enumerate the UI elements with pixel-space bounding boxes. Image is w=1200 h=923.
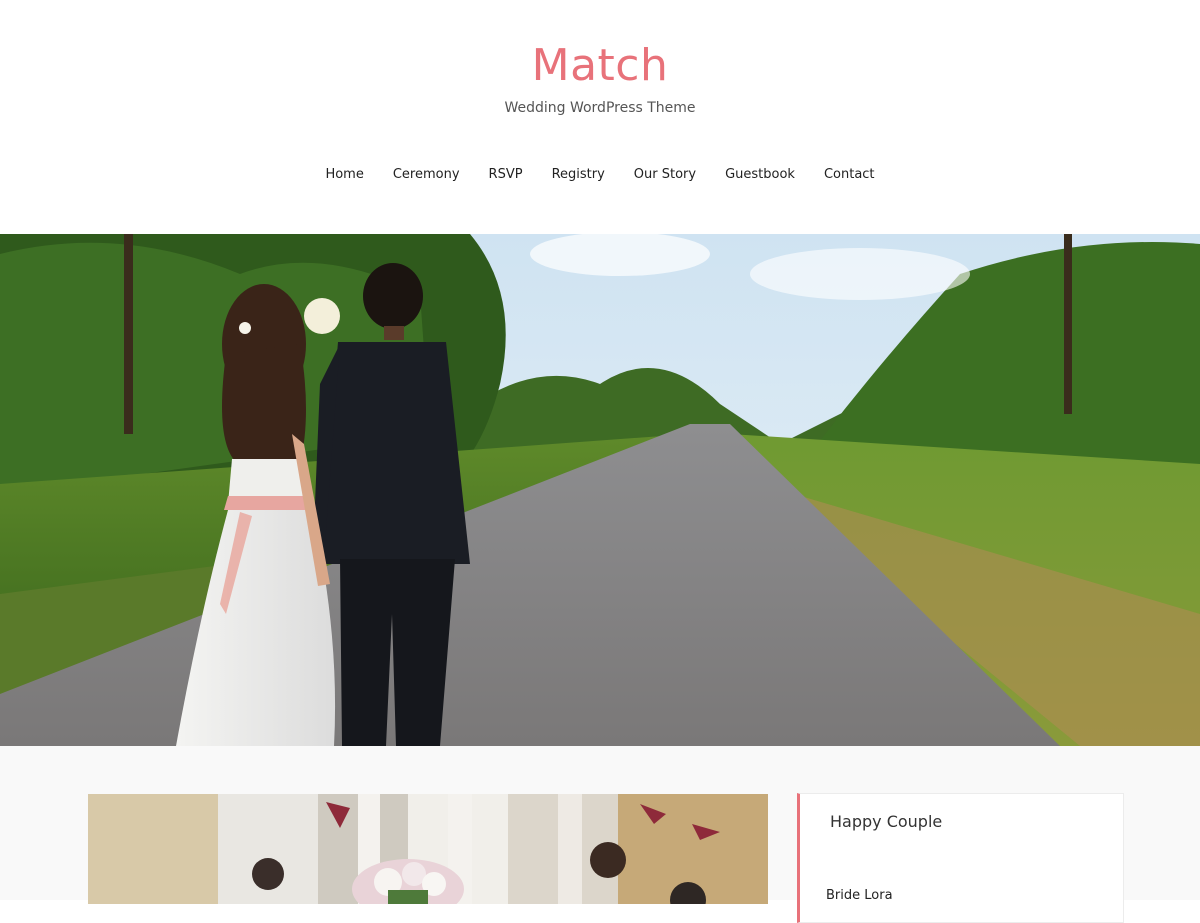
- main-navigation: Home Ceremony RSVP Registry Our Story Gu…: [0, 165, 1200, 184]
- nav-item-ceremony[interactable]: Ceremony: [393, 165, 460, 184]
- nav-item-home[interactable]: Home: [325, 165, 363, 184]
- post-thumbnail-photo: [88, 794, 768, 904]
- happy-couple-widget: Happy Couple Bride Lora: [797, 793, 1124, 923]
- hero-image: [0, 234, 1200, 746]
- nav-item-guestbook[interactable]: Guestbook: [725, 165, 795, 184]
- hero-photo: [0, 234, 1200, 746]
- widget-title: Happy Couple: [830, 812, 943, 831]
- nav-item-registry[interactable]: Registry: [552, 165, 605, 184]
- nav-item-rsvp[interactable]: RSVP: [489, 165, 523, 184]
- nav-item-our-story[interactable]: Our Story: [634, 165, 696, 184]
- content-area: Happy Couple Bride Lora: [0, 746, 1200, 923]
- nav-item-contact[interactable]: Contact: [824, 165, 875, 184]
- widget-bride-name: Bride Lora: [826, 888, 893, 903]
- site-tagline: Wedding WordPress Theme: [504, 100, 696, 116]
- site-header: Match Wedding WordPress Theme Home Cerem…: [0, 0, 1200, 234]
- site-title[interactable]: Match: [0, 40, 1200, 91]
- post-thumbnail[interactable]: [88, 794, 768, 904]
